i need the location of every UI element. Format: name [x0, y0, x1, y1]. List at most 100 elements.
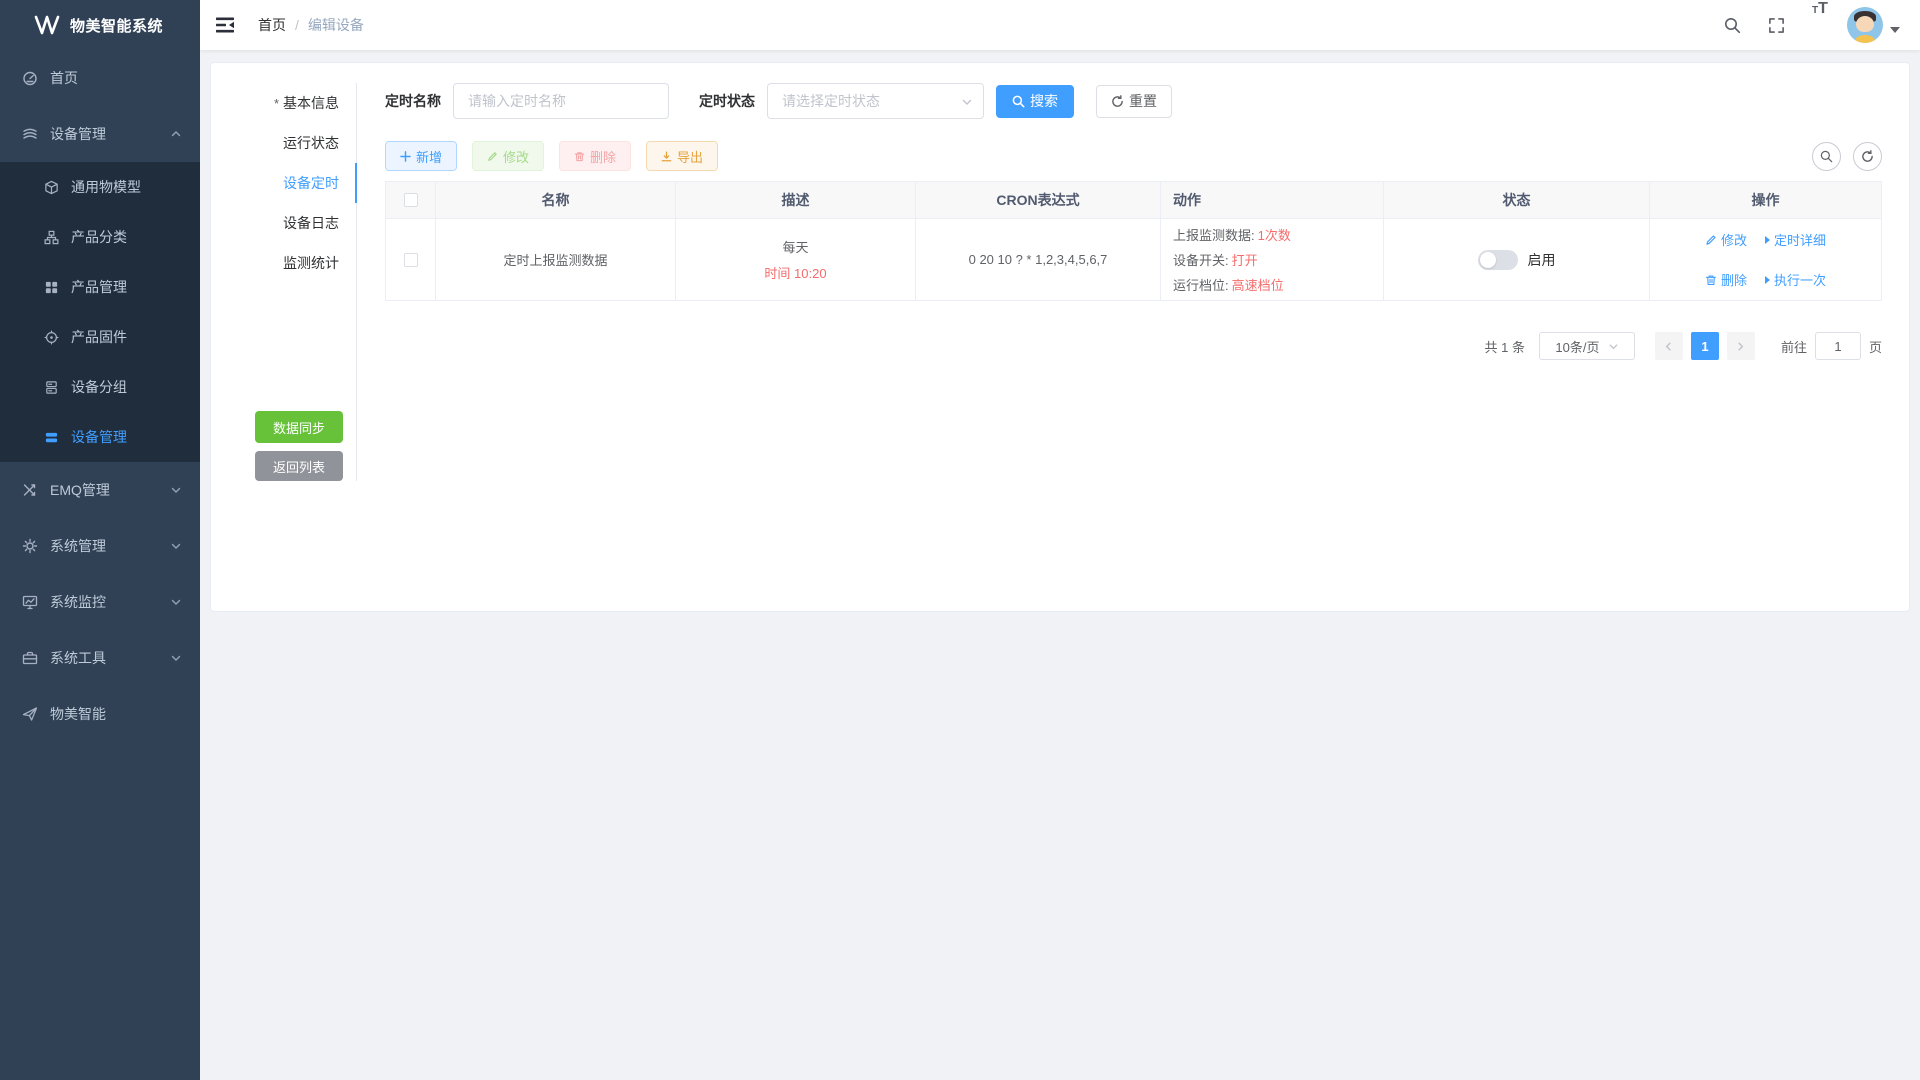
chevron-down-icon — [170, 652, 182, 664]
desc-time: 时间 10:20 — [764, 263, 826, 282]
timer-table: 名称 描述 CRON表达式 动作 状态 操作 定时上报监测数据 每天 时间 10… — [385, 181, 1882, 301]
navbar-right: TT — [1715, 0, 1920, 50]
device-list-icon — [44, 430, 59, 445]
sidebar-item-system-tools[interactable]: 系统工具 — [0, 630, 200, 686]
header-search-button[interactable] — [1715, 0, 1749, 50]
page-number-button[interactable]: 1 — [1691, 332, 1719, 360]
refresh-table-button[interactable] — [1853, 142, 1882, 171]
avatar — [1847, 7, 1883, 43]
prev-page-button[interactable] — [1655, 332, 1683, 360]
grid-icon — [44, 280, 59, 295]
sidebar-item-device-group[interactable]: 设备分组 — [0, 362, 200, 412]
reset-button[interactable]: 重置 — [1096, 85, 1172, 118]
sidebar-item-emq[interactable]: EMQ管理 — [0, 462, 200, 518]
edit-button[interactable]: 修改 — [472, 141, 544, 171]
sidebar-item-device-list[interactable]: 设备管理 — [0, 412, 200, 462]
sidebar-collapse-button[interactable] — [200, 0, 250, 50]
tab-run-status[interactable]: 运行状态 — [211, 123, 357, 163]
goto-page-input[interactable] — [1815, 332, 1861, 360]
tab-device-timer[interactable]: 设备定时 — [211, 163, 357, 203]
fullscreen-button[interactable] — [1759, 0, 1793, 50]
action-label: 设备开关: — [1173, 253, 1229, 268]
sidebar-item-device-mgmt[interactable]: 设备管理 — [0, 106, 200, 162]
row-run-once-label: 执行一次 — [1774, 270, 1826, 289]
row-delete-label: 删除 — [1721, 270, 1747, 289]
action-value: 打开 — [1232, 253, 1258, 268]
fullscreen-icon — [1768, 17, 1785, 34]
trash-icon — [1705, 274, 1717, 286]
caret-down-icon — [1890, 27, 1900, 33]
page-size-select[interactable]: 10条/页 — [1539, 332, 1635, 360]
tab-label: 设备定时 — [283, 175, 339, 191]
header-name: 名称 — [436, 182, 676, 218]
sidebar-item-label: 首页 — [50, 68, 188, 88]
data-sync-button[interactable]: 数据同步 — [255, 411, 343, 443]
delete-button[interactable]: 删除 — [559, 141, 631, 171]
device-detail-card: *基本信息 运行状态 设备定时 设备日志 监测统计 数据同步 返回列表 定时名称… — [210, 62, 1910, 612]
sidebar-item-product-category[interactable]: 产品分类 — [0, 212, 200, 262]
breadcrumb-home[interactable]: 首页 — [258, 15, 286, 35]
row-edit-link[interactable]: 修改 — [1705, 230, 1747, 249]
select-all-checkbox[interactable] — [404, 193, 418, 207]
export-button[interactable]: 导出 — [646, 141, 718, 171]
caret-right-icon — [1765, 236, 1770, 244]
header-status: 状态 — [1384, 182, 1650, 218]
timer-name-input[interactable] — [453, 83, 669, 119]
sidebar-item-wumei-smart[interactable]: 物美智能 — [0, 686, 200, 742]
sidebar-item-product-mgmt[interactable]: 产品管理 — [0, 262, 200, 312]
tab-label: 监测统计 — [283, 255, 339, 271]
sidebar-item-thing-model[interactable]: 通用物模型 — [0, 162, 200, 212]
tab-device-log[interactable]: 设备日志 — [211, 203, 357, 243]
chevron-right-icon — [1735, 341, 1746, 352]
row-checkbox[interactable] — [404, 253, 418, 267]
tab-label: 基本信息 — [283, 95, 339, 111]
sidebar-item-label: 设备分组 — [71, 377, 188, 397]
pencil-icon — [1705, 234, 1717, 246]
sidebar: 物美智能系统 首页 设备管理 通用物模型 产品分类 产品管理 产品固件 设备分组 — [0, 0, 200, 1080]
sidebar-item-label: 设备管理 — [71, 427, 188, 447]
next-page-button[interactable] — [1727, 332, 1755, 360]
sidebar-item-system-monitor[interactable]: 系统监控 — [0, 574, 200, 630]
sidebar-item-label: 产品固件 — [71, 327, 188, 347]
sidebar-item-label: 产品管理 — [71, 277, 188, 297]
device-submenu: 通用物模型 产品分类 产品管理 产品固件 设备分组 设备管理 — [0, 162, 200, 462]
tab-monitor-stats[interactable]: 监测统计 — [211, 243, 357, 283]
add-button[interactable]: 新增 — [385, 141, 457, 171]
app-title: 物美智能系统 — [70, 15, 163, 36]
cube-icon — [44, 180, 59, 195]
export-button-label: 导出 — [677, 147, 703, 166]
tab-basic-info[interactable]: *基本信息 — [211, 83, 357, 123]
action-line: 设备开关:打开 — [1173, 250, 1258, 269]
action-value: 1次数 — [1258, 228, 1291, 243]
status-toggle[interactable] — [1478, 250, 1518, 270]
search-button[interactable]: 搜索 — [996, 85, 1074, 118]
row-run-once-link[interactable]: 执行一次 — [1765, 270, 1826, 289]
header-desc: 描述 — [676, 182, 916, 218]
table-toolbar: 新增 修改 删除 导出 — [385, 141, 1882, 171]
tabs-divider — [356, 83, 357, 481]
download-icon — [661, 151, 672, 162]
sidebar-item-home[interactable]: 首页 — [0, 50, 200, 106]
app-logo[interactable]: 物美智能系统 — [0, 0, 200, 50]
select-placeholder: 请选择定时状态 — [782, 91, 880, 111]
chevron-down-icon — [170, 596, 182, 608]
status-label: 启用 — [1528, 250, 1556, 270]
chevron-up-icon — [170, 128, 182, 140]
sidebar-item-label: 设备管理 — [50, 124, 170, 144]
sidebar-item-system-mgmt[interactable]: 系统管理 — [0, 518, 200, 574]
pagination: 共 1 条 10条/页 1 前往 页 — [385, 332, 1882, 360]
sidebar-item-product-firmware[interactable]: 产品固件 — [0, 312, 200, 362]
timer-status-select[interactable]: 请选择定时状态 — [767, 83, 984, 119]
font-size-button[interactable]: TT — [1803, 0, 1837, 50]
cell-status: 启用 — [1384, 219, 1650, 300]
timer-name-label: 定时名称 — [385, 91, 441, 111]
back-to-list-button[interactable]: 返回列表 — [255, 451, 343, 481]
toggle-search-button[interactable] — [1812, 142, 1841, 171]
header-ops: 操作 — [1650, 182, 1881, 218]
row-timer-detail-link[interactable]: 定时详细 — [1765, 230, 1826, 249]
timer-status-label: 定时状态 — [699, 91, 755, 111]
user-menu[interactable] — [1847, 7, 1900, 43]
sidebar-item-label: 系统监控 — [50, 592, 170, 612]
row-delete-link[interactable]: 删除 — [1705, 270, 1747, 289]
toolbox-icon — [22, 650, 38, 666]
